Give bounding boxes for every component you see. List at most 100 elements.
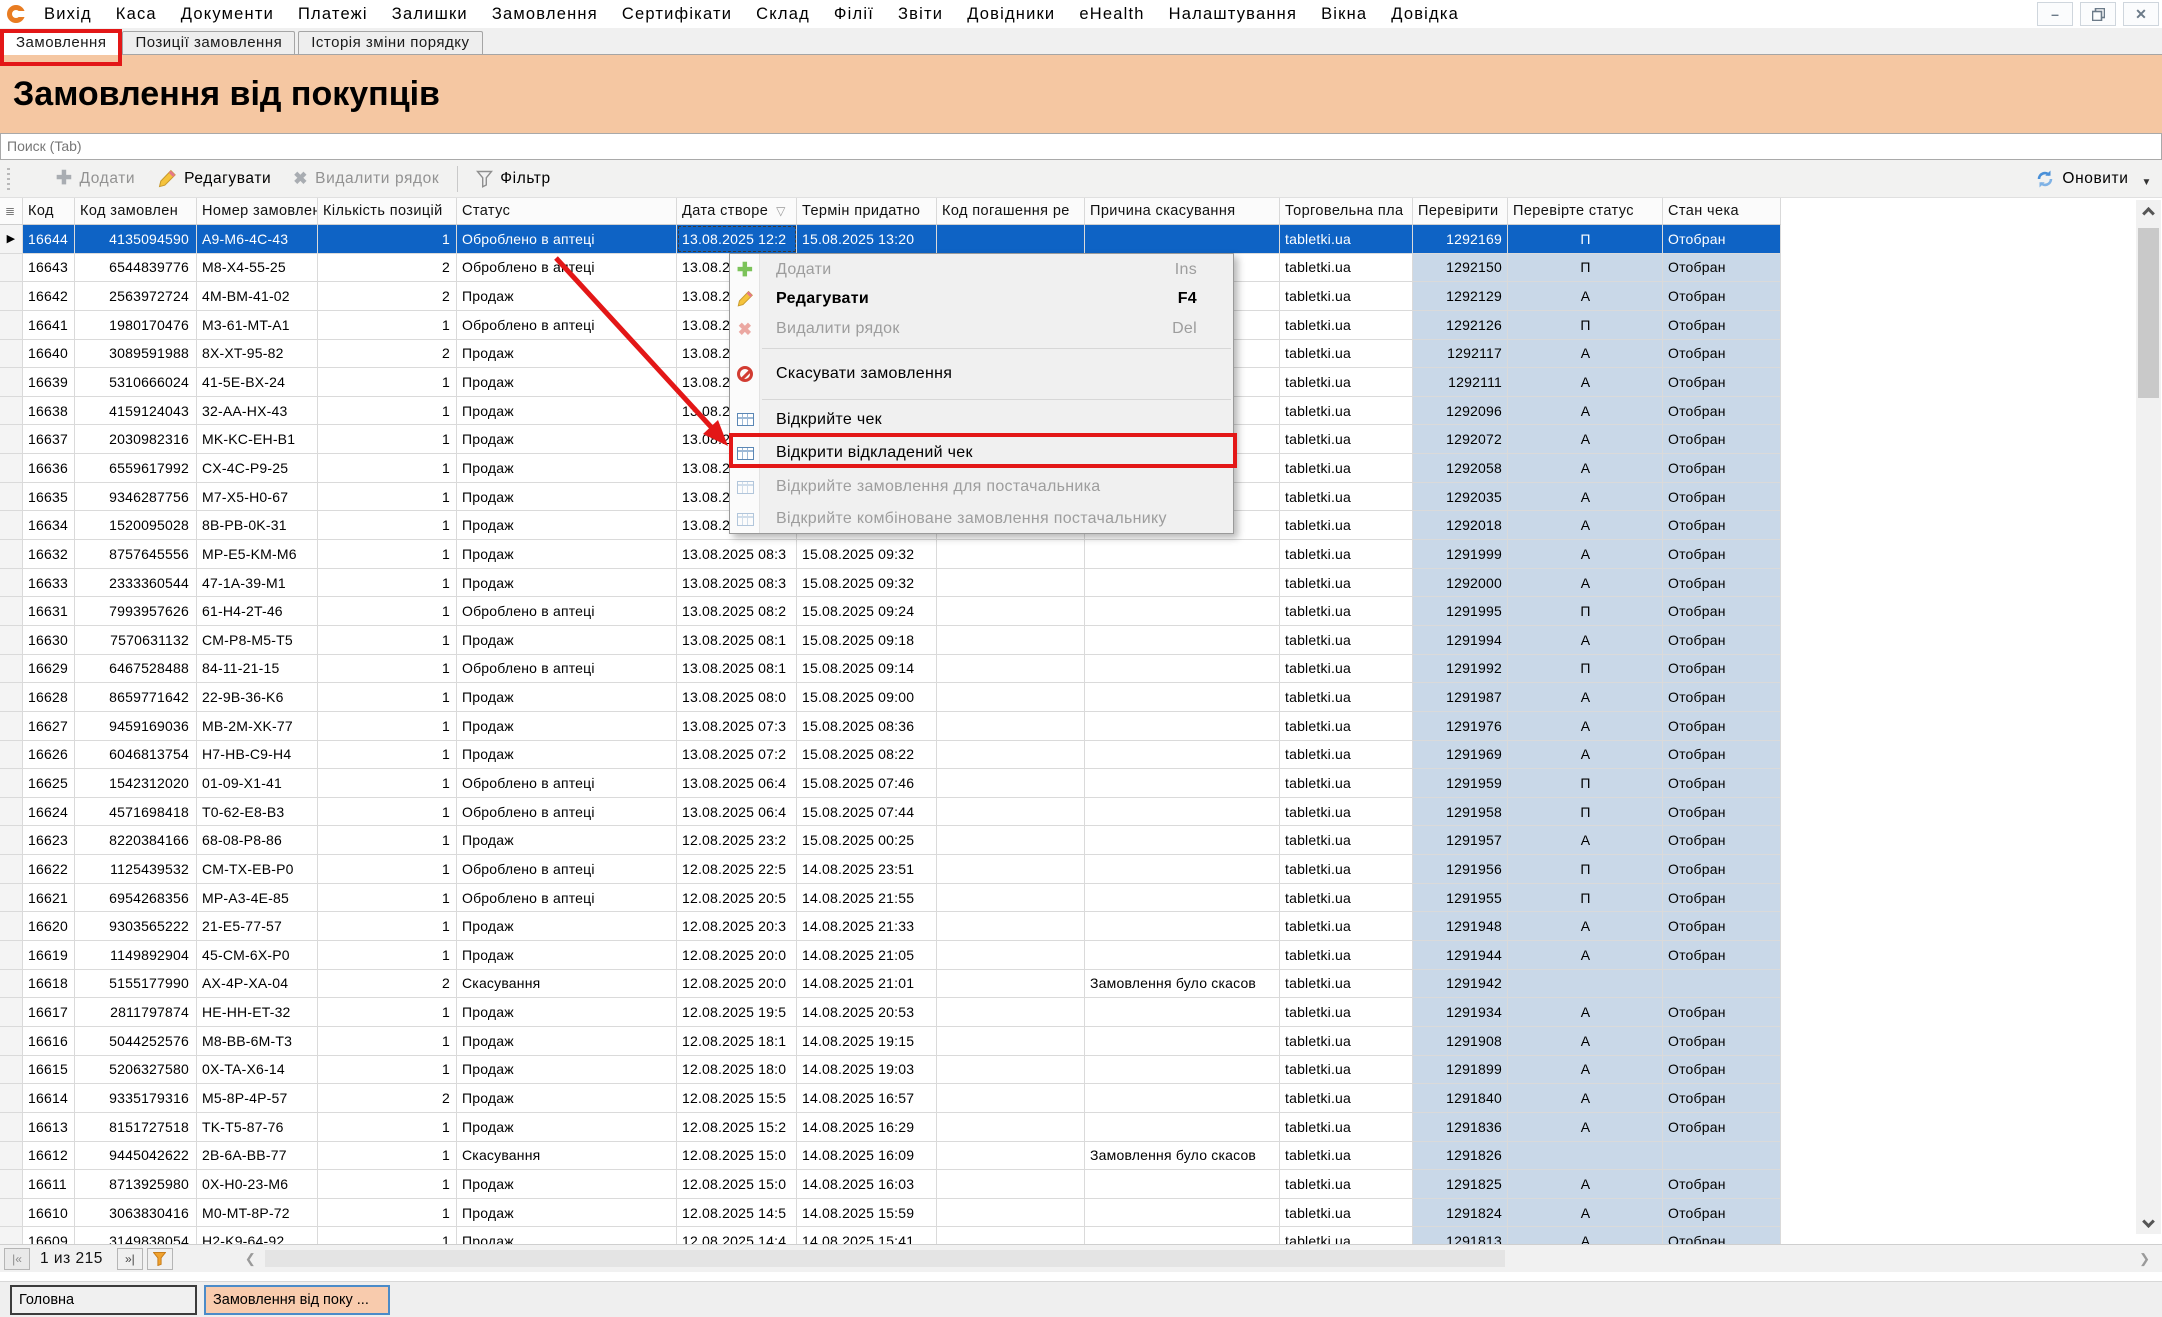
table-row[interactable]: 16625154231202001-09-X1-411Оброблено в а…: [0, 769, 1781, 798]
context-menu-item-4[interactable]: Скасувати замовлення: [730, 353, 1233, 395]
refresh-button[interactable]: Оновити: [2062, 170, 2128, 188]
column-header-4[interactable]: Кількість позицій: [318, 198, 457, 224]
cell: Замовлення було скасов: [1085, 970, 1280, 998]
menu-item-9[interactable]: Звіти: [886, 5, 955, 24]
column-header-8[interactable]: Код погашення ре: [937, 198, 1085, 224]
cell: Продаж: [457, 454, 677, 482]
menu-item-2[interactable]: Документи: [169, 5, 286, 24]
cell: tabletki.ua: [1280, 397, 1413, 425]
edit-button[interactable]: Редагувати: [146, 164, 282, 194]
menu-item-13[interactable]: Вікна: [1309, 5, 1379, 24]
column-header-9[interactable]: Причина скасування: [1085, 198, 1280, 224]
context-menu-item-1[interactable]: РедагуватиF4: [730, 284, 1233, 314]
table-row[interactable]: 16623822038416668-08-P8-861Продаж12.08.2…: [0, 826, 1781, 855]
cell: 1292000: [1413, 569, 1508, 597]
cell: Оброблено в аптеці: [457, 225, 677, 253]
table-row[interactable]: 16620930356522221-E5-77-571Продаж12.08.2…: [0, 912, 1781, 941]
table-row[interactable]: 16629646752848884-11-21-151Оброблено в а…: [0, 655, 1781, 684]
menu-item-3[interactable]: Платежі: [286, 5, 380, 24]
cell: [937, 884, 1085, 912]
first-record-button[interactable]: |«: [4, 1248, 30, 1270]
column-header-6[interactable]: Дата створе▽: [677, 198, 797, 224]
table-row[interactable]: 16628865977164222-9B-36-K61Продаж13.08.2…: [0, 683, 1781, 712]
cell: 1292072: [1413, 425, 1508, 453]
table-row[interactable]: 166266046813754H7-HB-C9-H41Продаж13.08.2…: [0, 741, 1781, 770]
doc-tab-2[interactable]: Історія зміни порядку: [298, 31, 482, 54]
menu-item-6[interactable]: Сертифікати: [610, 5, 744, 24]
table-row[interactable]: 16633233336054447-1A-39-M11Продаж13.08.2…: [0, 569, 1781, 598]
add-button[interactable]: ✚ Додати: [45, 164, 146, 194]
table-row[interactable]: 166328757645556MP-E5-KM-M61Продаж13.08.2…: [0, 540, 1781, 569]
table-row[interactable]: 1661552063275800X-TA-X6-141Продаж12.08.2…: [0, 1056, 1781, 1085]
taskbar-tab-home[interactable]: Головна: [10, 1285, 197, 1315]
cell: [1085, 769, 1280, 797]
cell: 1: [318, 1056, 457, 1084]
pager-filter-button[interactable]: [147, 1248, 173, 1270]
column-header-5[interactable]: Статус: [457, 198, 677, 224]
horizontal-scrollbar[interactable]: ❮ ❯: [245, 1245, 2162, 1272]
table-row[interactable]: 1661187139259800X-H0-23-M61Продаж12.08.2…: [0, 1170, 1781, 1199]
menu-item-10[interactable]: Довідники: [955, 5, 1067, 24]
cell: Отобран: [1663, 884, 1781, 912]
column-header-10[interactable]: Торговельна пла: [1280, 198, 1413, 224]
column-header-11[interactable]: Перевірити: [1413, 198, 1508, 224]
table-row[interactable]: 1661294450426222B-6A-BB-771Скасування12.…: [0, 1142, 1781, 1171]
search-input[interactable]: Поиск (Tab): [0, 133, 2162, 160]
filter-button[interactable]: Фільтр: [465, 164, 561, 194]
scroll-left-icon[interactable]: ❮: [245, 1245, 256, 1272]
column-header-7[interactable]: Термін придатно: [797, 198, 937, 224]
column-header-13[interactable]: Стан чека: [1663, 198, 1781, 224]
table-row[interactable]: 166279459169036MB-2M-XK-771Продаж13.08.2…: [0, 712, 1781, 741]
row-indicator-header[interactable]: ≣: [0, 198, 23, 224]
vertical-scroll-thumb[interactable]: [2138, 228, 2159, 398]
context-menu-item-6[interactable]: Відкрийте чек: [730, 404, 1233, 435]
cell: Отобран: [1663, 483, 1781, 511]
cell: 14.08.2025 15:41: [797, 1227, 937, 1244]
scroll-up-icon[interactable]: [2136, 200, 2161, 220]
column-header-12[interactable]: Перевірте статус: [1508, 198, 1663, 224]
table-row[interactable]: 16619114989290445-CM-6X-P01Продаж12.08.2…: [0, 941, 1781, 970]
scroll-down-icon[interactable]: [2136, 1214, 2161, 1234]
table-row[interactable]: 166185155177990AX-4P-XA-042Скасування12.…: [0, 970, 1781, 999]
taskbar-tab-orders[interactable]: Замовлення від поку ...: [204, 1285, 390, 1315]
menu-item-0[interactable]: Вихід: [32, 5, 104, 24]
table-row[interactable]: 166165044252576M8-BB-6M-T31Продаж12.08.2…: [0, 1027, 1781, 1056]
table-row[interactable]: 166103063830416M0-MT-8P-721Продаж12.08.2…: [0, 1199, 1781, 1228]
menu-item-7[interactable]: Склад: [744, 5, 822, 24]
cell: 1291908: [1413, 1027, 1508, 1055]
menu-item-12[interactable]: Налаштування: [1157, 5, 1309, 24]
last-record-button[interactable]: »|: [117, 1248, 143, 1270]
table-row[interactable]: 166149335179316M5-8P-4P-572Продаж12.08.2…: [0, 1084, 1781, 1113]
cell: Отобран: [1663, 454, 1781, 482]
menu-item-1[interactable]: Каса: [104, 5, 169, 24]
menu-item-14[interactable]: Довідка: [1379, 5, 1471, 24]
table-row[interactable]: ▶166444135094590A9-M6-4C-431Оброблено в …: [0, 225, 1781, 254]
table-row[interactable]: 16631799395762661-H4-2T-461Оброблено в а…: [0, 597, 1781, 626]
table-row[interactable]: 166221125439532CM-TX-EB-P01Оброблено в а…: [0, 855, 1781, 884]
restore-button[interactable]: [2080, 2, 2116, 26]
table-row[interactable]: 166172811797874HE-HH-ET-321Продаж12.08.2…: [0, 998, 1781, 1027]
column-header-3[interactable]: Номер замовленн: [197, 198, 318, 224]
doc-tab-1[interactable]: Позиції замовлення: [122, 31, 295, 54]
table-row[interactable]: 166216954268356MP-A3-4E-851Оброблено в а…: [0, 884, 1781, 913]
column-header-2[interactable]: Код замовлен: [75, 198, 197, 224]
sort-filter-icon[interactable]: ▽: [776, 204, 785, 218]
minimize-button[interactable]: –: [2037, 2, 2073, 26]
cell: [1085, 741, 1280, 769]
vertical-scrollbar[interactable]: [2136, 200, 2161, 1234]
horizontal-scroll-thumb[interactable]: [265, 1250, 1505, 1267]
table-row[interactable]: 166307570631132CM-P8-M5-T51Продаж13.08.2…: [0, 626, 1781, 655]
menu-item-4[interactable]: Залишки: [380, 5, 480, 24]
scroll-right-icon[interactable]: ❯: [2139, 1245, 2150, 1272]
table-row[interactable]: 166138151727518TK-T5-87-761Продаж12.08.2…: [0, 1113, 1781, 1142]
menu-item-11[interactable]: eHealth: [1067, 5, 1156, 24]
close-button[interactable]: ✕: [2123, 2, 2159, 26]
table-row[interactable]: 166093149838054H2-K9-64-921Продаж12.08.2…: [0, 1227, 1781, 1244]
table-row[interactable]: 166244571698418T0-62-E8-B31Оброблено в а…: [0, 798, 1781, 827]
column-header-1[interactable]: Код: [23, 198, 75, 224]
cell: Отобран: [1663, 769, 1781, 797]
delete-row-button[interactable]: ✖ Видалити рядок: [282, 164, 450, 194]
menu-item-5[interactable]: Замовлення: [480, 5, 610, 24]
menu-item-8[interactable]: Філії: [822, 5, 886, 24]
refresh-dropdown-icon[interactable]: ▼: [2142, 177, 2153, 188]
